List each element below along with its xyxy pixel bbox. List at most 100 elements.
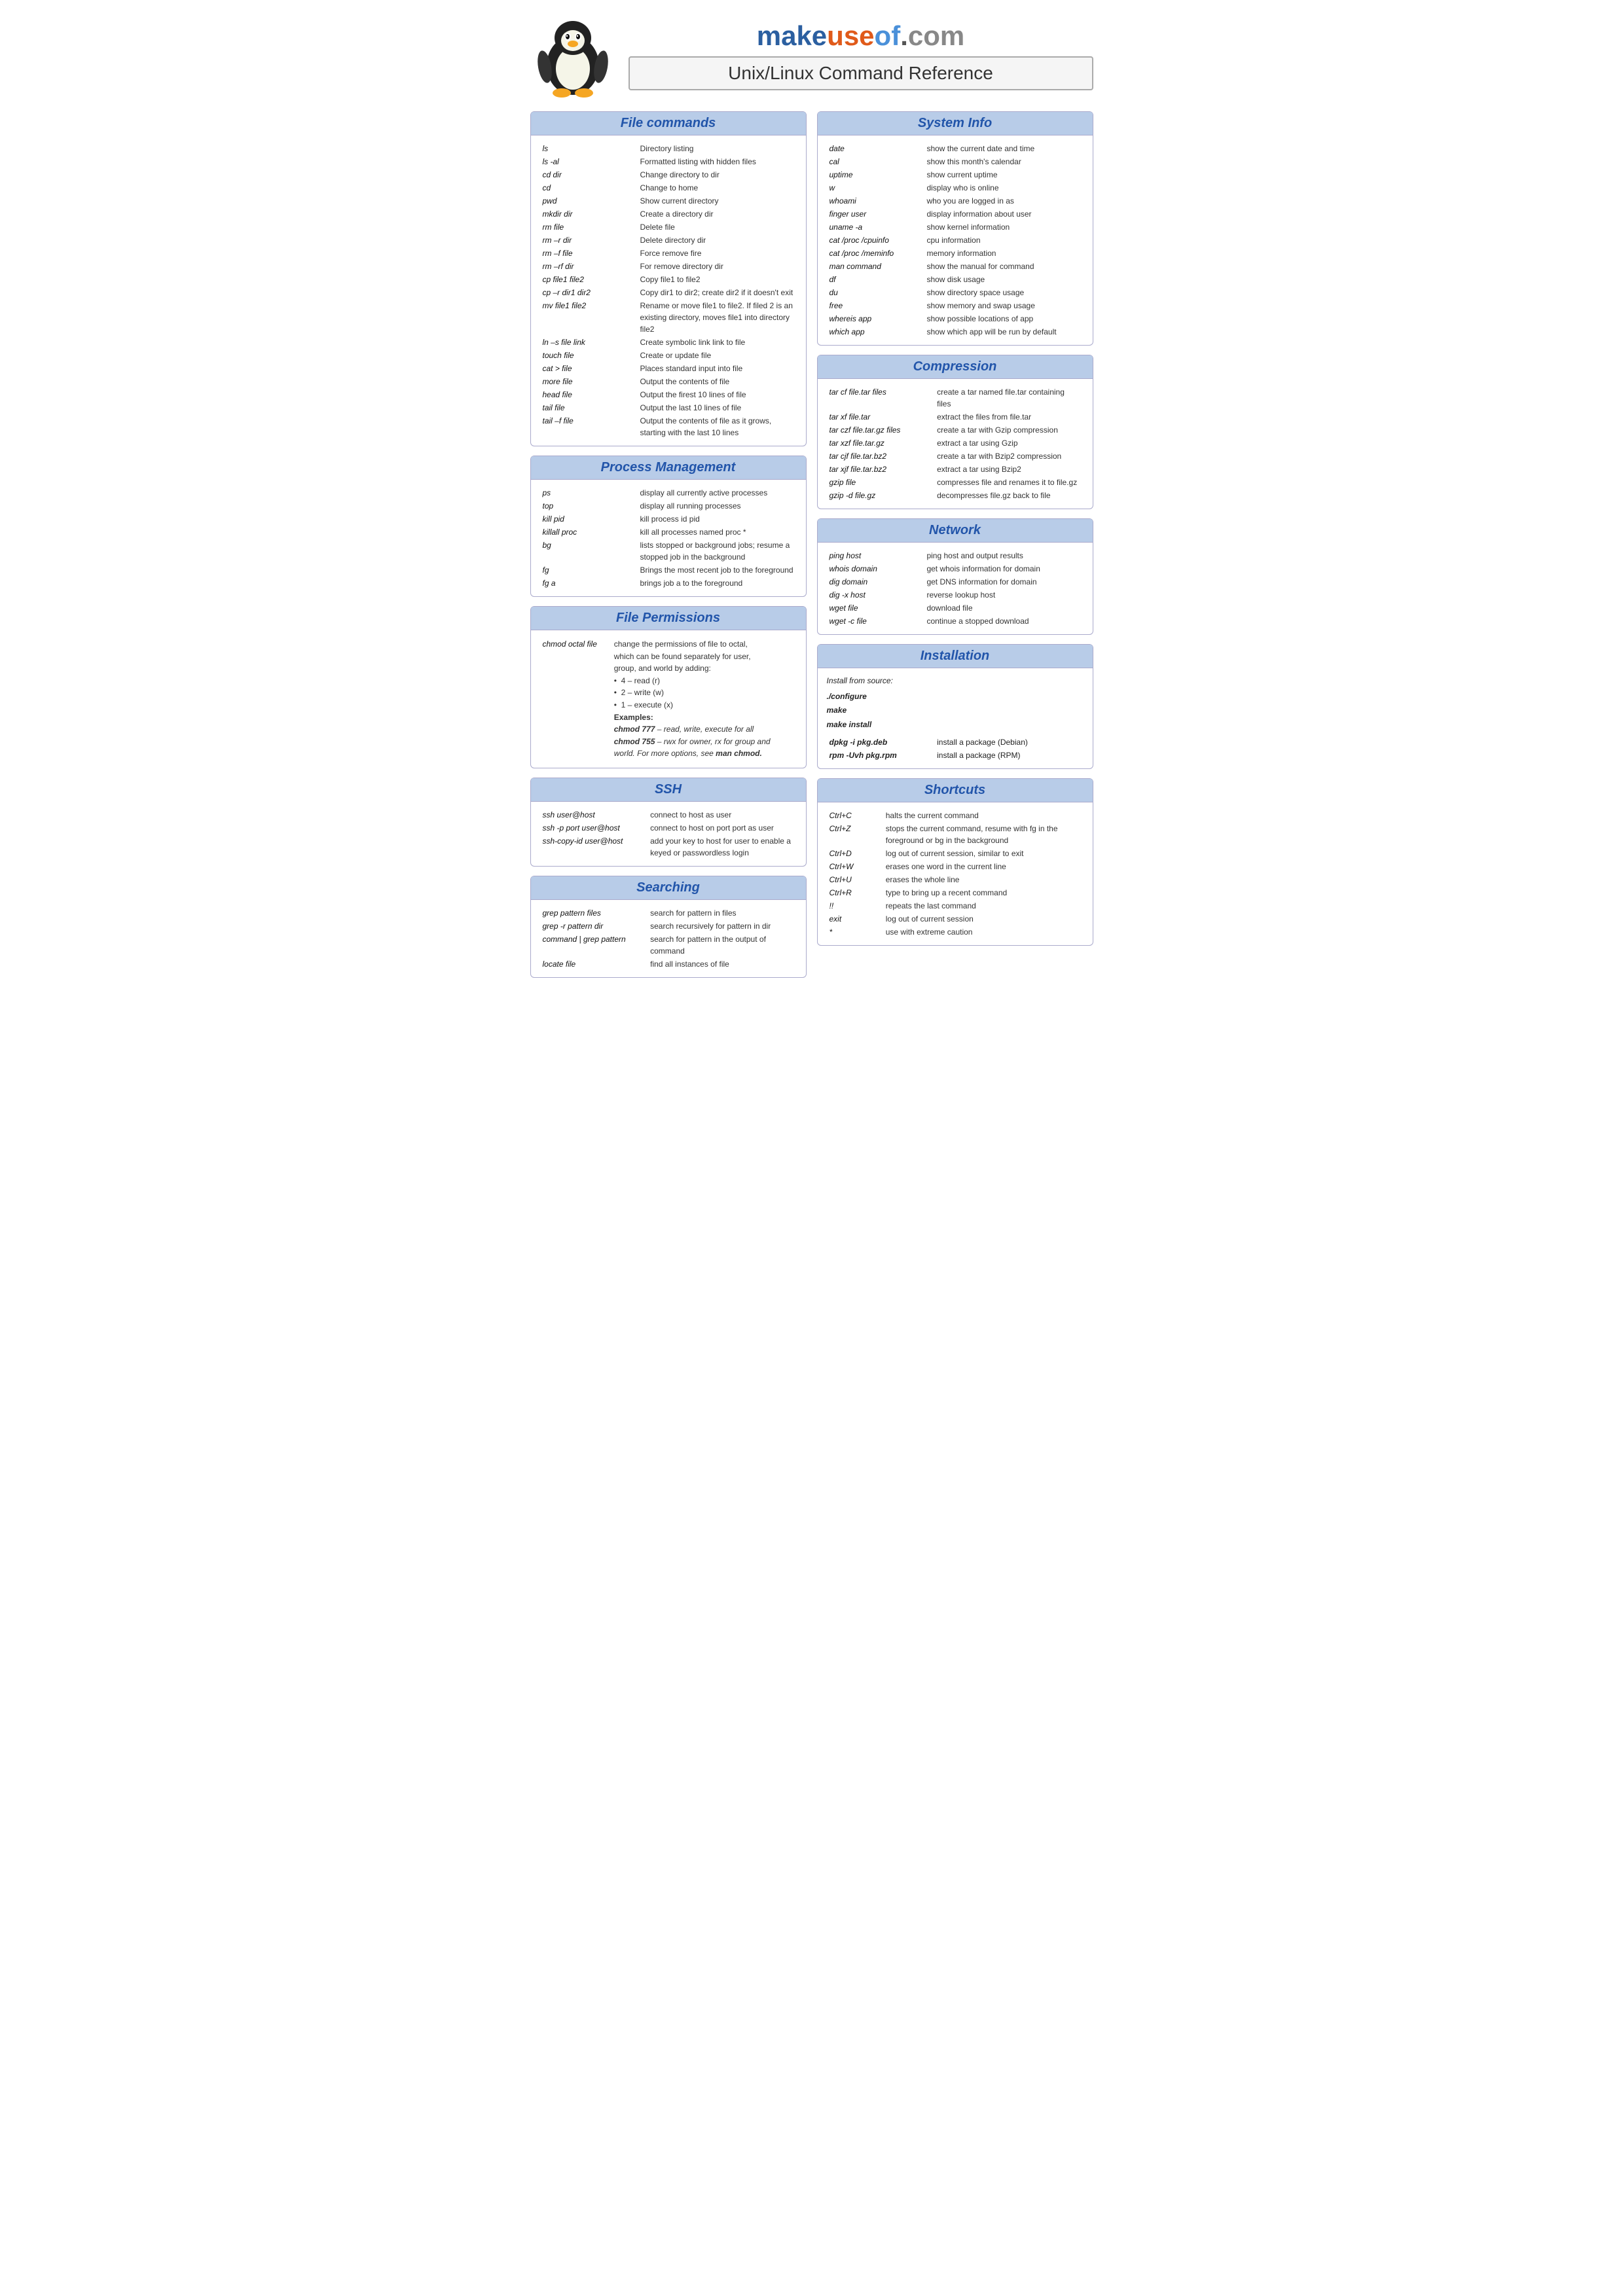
table-row: finger userdisplay information about use…: [827, 207, 1084, 221]
command-cell: top: [540, 499, 638, 512]
description-cell: stops the current command, resume with f…: [883, 822, 1084, 847]
description-cell: type to bring up a recent command: [883, 886, 1084, 899]
table-row: touch fileCreate or update file: [540, 349, 797, 362]
installation-section: Installation Install from source: ./conf…: [817, 644, 1093, 769]
description-cell: display information about user: [924, 207, 1083, 221]
table-row: cat /proc /meminfomemory information: [827, 247, 1084, 260]
table-row: wget filedownload file: [827, 601, 1084, 615]
table-row: lsDirectory listing: [540, 142, 797, 155]
table-row: uptimeshow current uptime: [827, 168, 1084, 181]
fp-cmd: chmod octal file: [540, 637, 611, 761]
description-cell: search recursively for pattern in dir: [647, 920, 796, 933]
command-cell: whoami: [827, 194, 924, 207]
command-cell: ls: [540, 142, 638, 155]
table-row: killall prockill all processes named pro…: [540, 526, 797, 539]
command-cell: wget file: [827, 601, 924, 615]
description-cell: erases one word in the current line: [883, 860, 1084, 873]
file-commands-header: File commands: [531, 112, 806, 135]
command-cell: tar xf file.tar: [827, 410, 935, 423]
description-cell: cpu information: [924, 234, 1083, 247]
site-name: makeuseof.com: [629, 21, 1093, 51]
description-cell: erases the whole line: [883, 873, 1084, 886]
description-cell: Directory listing: [637, 142, 796, 155]
command-cell: tail file: [540, 401, 638, 414]
table-row: chmod octal file change the permissions …: [540, 637, 797, 761]
command-cell: free: [827, 299, 924, 312]
table-row: cd dirChange directory to dir: [540, 168, 797, 181]
command-cell: whois domain: [827, 562, 924, 575]
command-cell: tar cjf file.tar.bz2: [827, 450, 935, 463]
command-cell: Ctrl+U: [827, 873, 883, 886]
right-column: System Info dateshow the current date an…: [817, 111, 1093, 978]
description-cell: Output the contents of file as it grows,…: [637, 414, 796, 439]
description-cell: Brings the most recent job to the foregr…: [637, 564, 796, 577]
table-row: tar cjf file.tar.bz2create a tar with Bz…: [827, 450, 1084, 463]
process-management-body: psdisplay all currently active processes…: [531, 480, 806, 596]
table-row: dpkg -i pkg.debinstall a package (Debian…: [827, 736, 1084, 749]
command-cell: cp –r dir1 dir2: [540, 286, 638, 299]
command-cell: cat /proc /cpuinfo: [827, 234, 924, 247]
table-row: psdisplay all currently active processes: [540, 486, 797, 499]
shortcuts-body: Ctrl+Chalts the current commandCtrl+Zsto…: [818, 802, 1093, 945]
file-commands-body: lsDirectory listingls -alFormatted listi…: [531, 135, 806, 446]
command-cell: rm –r dir: [540, 234, 638, 247]
table-row: ssh-copy-id user@hostadd your key to hos…: [540, 834, 797, 859]
command-cell: dpkg -i pkg.deb: [827, 736, 935, 749]
install-source-label: Install from source:: [827, 675, 1084, 687]
description-cell: show memory and swap usage: [924, 299, 1083, 312]
table-row: dig domainget DNS information for domain: [827, 575, 1084, 588]
command-cell: head file: [540, 388, 638, 401]
table-row: tar czf file.tar.gz filescreate a tar wi…: [827, 423, 1084, 437]
command-cell: date: [827, 142, 924, 155]
description-cell: get whois information for domain: [924, 562, 1083, 575]
description-cell: Places standard input into file: [637, 362, 796, 375]
description-cell: Copy dir1 to dir2; create dir2 if it doe…: [637, 286, 796, 299]
command-cell: bg: [540, 539, 638, 564]
command-cell: cd: [540, 181, 638, 194]
table-row: rm –rf dirFor remove directory dir: [540, 260, 797, 273]
command-cell: touch file: [540, 349, 638, 362]
table-row: bglists stopped or background jobs; resu…: [540, 539, 797, 564]
table-row: freeshow memory and swap usage: [827, 299, 1084, 312]
command-cell: rpm -Uvh pkg.rpm: [827, 749, 935, 762]
command-cell: cal: [827, 155, 924, 168]
description-cell: log out of current session, similar to e…: [883, 847, 1084, 860]
command-cell: tar xjf file.tar.bz2: [827, 463, 935, 476]
command-cell: Ctrl+D: [827, 847, 883, 860]
command-cell: which app: [827, 325, 924, 338]
network-table: ping hostping host and output resultswho…: [827, 549, 1084, 628]
description-cell: Formatted listing with hidden files: [637, 155, 796, 168]
table-row: calshow this month's calendar: [827, 155, 1084, 168]
compression-table: tar cf file.tar filescreate a tar named …: [827, 386, 1084, 502]
shortcuts-header: Shortcuts: [818, 779, 1093, 802]
compression-section: Compression tar cf file.tar filescreate …: [817, 355, 1093, 509]
table-row: grep -r pattern dirsearch recursively fo…: [540, 920, 797, 933]
description-cell: search for pattern in files: [647, 906, 796, 920]
description-cell: decompresses file.gz back to file: [934, 489, 1083, 502]
description-cell: show disk usage: [924, 273, 1083, 286]
table-row: cp file1 file2Copy file1 to file2: [540, 273, 797, 286]
table-row: whereis appshow possible locations of ap…: [827, 312, 1084, 325]
description-cell: show this month's calendar: [924, 155, 1083, 168]
description-cell: reverse lookup host: [924, 588, 1083, 601]
command-cell: finger user: [827, 207, 924, 221]
command-cell: dig -x host: [827, 588, 924, 601]
table-row: ln –s file linkCreate symbolic link link…: [540, 336, 797, 349]
description-cell: show the current date and time: [924, 142, 1083, 155]
description-cell: repeats the last command: [883, 899, 1084, 912]
description-cell: use with extreme caution: [883, 925, 1084, 939]
install-source-commands: ./configuremakemake install: [827, 690, 1084, 732]
description-cell: halts the current command: [883, 809, 1084, 822]
table-row: rm –f fileForce remove fire: [540, 247, 797, 260]
table-row: dateshow the current date and time: [827, 142, 1084, 155]
command-cell: tail –f file: [540, 414, 638, 439]
table-row: tar xf file.tarextract the files from fi…: [827, 410, 1084, 423]
description-cell: create a tar with Gzip compression: [934, 423, 1083, 437]
table-row: exitlog out of current session: [827, 912, 1084, 925]
description-cell: find all instances of file: [647, 958, 796, 971]
command-cell: command | grep pattern: [540, 933, 648, 958]
command-cell: cd dir: [540, 168, 638, 181]
table-row: fgBrings the most recent job to the fore…: [540, 564, 797, 577]
table-row: ssh -p port user@hostconnect to host on …: [540, 821, 797, 834]
command-cell: ssh -p port user@host: [540, 821, 648, 834]
